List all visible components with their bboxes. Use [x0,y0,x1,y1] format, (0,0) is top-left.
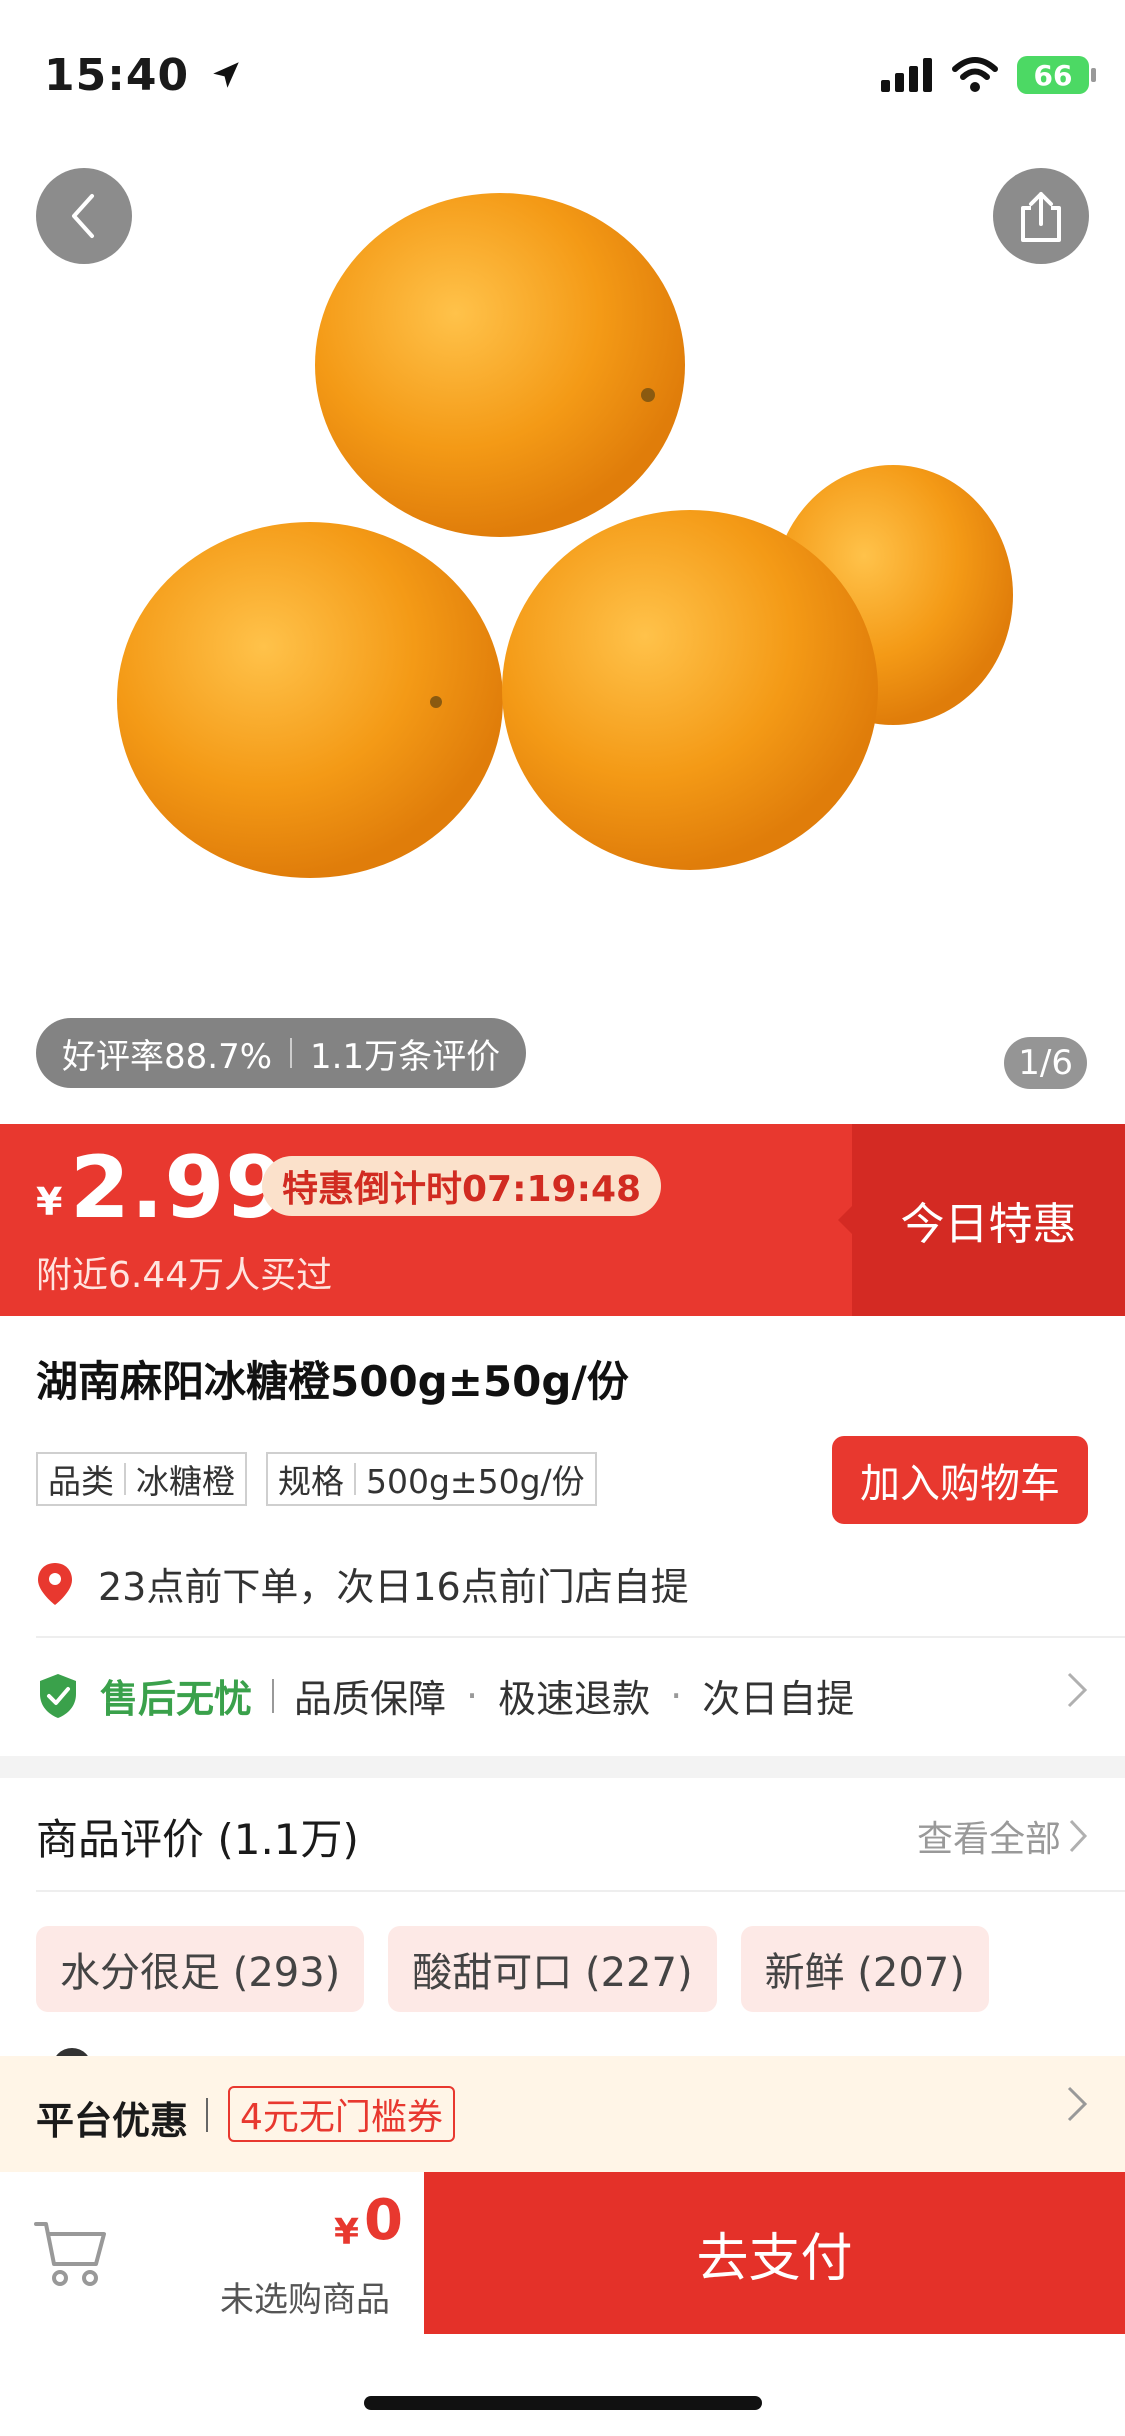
pill-separator [290,1038,293,1068]
spec-size: 规格 500g±50g/份 [266,1452,597,1506]
spec-size-value: 500g±50g/份 [366,1462,585,1501]
spec-size-label: 规格 [278,1462,344,1501]
total-currency: ¥ [334,2212,360,2253]
divider [36,1890,1125,1892]
guarantee-item: 极速退款 [498,1677,651,1721]
battery-icon: 66 [1017,56,1096,94]
guarantee-title: 售后无忧 [100,1677,253,1721]
review-tags: 水分很足 (293) 酸甜可口 (227) 新鲜 (207) [36,1926,989,2012]
section-gap [0,1756,1125,1778]
pay-button[interactable]: 去支付 [424,2172,1125,2334]
selection-status: 未选购商品 [220,2280,390,2320]
home-indicator [364,2396,762,2410]
offer-divider [206,2098,208,2132]
chevron-right-icon [1065,2084,1089,2128]
chevron-right-icon [1065,1670,1089,1721]
back-icon [72,194,94,238]
review-tag[interactable]: 酸甜可口 (227) [388,1926,717,2012]
product-title: 湖南麻阳冰糖橙500g±50g/份 [36,1357,629,1406]
chevron-right-icon [1069,1819,1088,1853]
page-indicator: 1/6 [1004,1037,1087,1089]
rating-pill[interactable]: 好评率88.7% 1.1万条评价 [36,1018,527,1088]
see-all-reviews-link[interactable]: 查看全部 [917,1810,1089,1862]
today-special: 今日特惠 [838,1124,1125,1316]
countdown-badge: 特惠倒计时07:19:48 [262,1156,662,1216]
signal-icon [881,58,932,92]
spec-category: 品类 冰糖橙 [36,1452,247,1506]
bought-count: 附近6.44万人买过 [36,1255,333,1296]
price-value: 2.99 [70,1138,287,1238]
good-rate: 好评率88.7% [62,1036,273,1077]
share-icon [1021,192,1061,242]
guarantee-dot: · [466,1673,479,1718]
divider [36,1636,1125,1638]
pickup-info: 23点前下单，次日16点前门店自提 [36,1556,689,1611]
back-button[interactable] [36,168,132,264]
reviews-title: 商品评价 (1.1万) [36,1815,359,1864]
guarantee-dot: · [670,1673,683,1718]
status-time-text: 15:40 [44,50,190,101]
price-currency: ¥ [36,1180,63,1224]
total-amount: 0 [364,2188,403,2253]
guarantee-divider [272,1678,275,1713]
battery-level: 66 [1033,58,1073,92]
spec-category-value: 冰糖橙 [136,1462,235,1501]
product-image[interactable] [0,140,1125,1120]
cart-icon[interactable] [34,2218,108,2294]
add-to-cart-button[interactable]: 加入购物车 [832,1436,1088,1524]
wifi-icon [952,57,998,92]
status-indicators: 66 [881,56,1096,94]
coupon-badge[interactable]: 4元无门槛券 [228,2086,455,2142]
location-pin-icon [38,1562,72,1605]
status-time: 15:40 [44,50,243,101]
guarantee-item: 品质保障 [294,1677,447,1721]
review-count: 1.1万条评价 [310,1036,501,1077]
location-arrow-icon [213,62,240,88]
pickup-text: 23点前下单，次日16点前门店自提 [98,1565,689,1609]
guarantee-item: 次日自提 [702,1677,855,1721]
today-special-label: 今日特惠 [900,1199,1077,1250]
review-tag[interactable]: 新鲜 (207) [740,1926,989,2012]
guarantee-row[interactable]: 售后无忧 品质保障 · 极速退款 · 次日自提 [36,1668,1089,1723]
shield-check-icon [40,1673,76,1718]
share-button[interactable] [993,168,1089,264]
see-all-label: 查看全部 [916,1819,1061,1860]
offer-label: 平台优惠 [36,2099,189,2143]
spec-category-label: 品类 [48,1462,114,1501]
orange-image [117,193,1013,878]
review-tag[interactable]: 水分很足 (293) [36,1926,365,2012]
